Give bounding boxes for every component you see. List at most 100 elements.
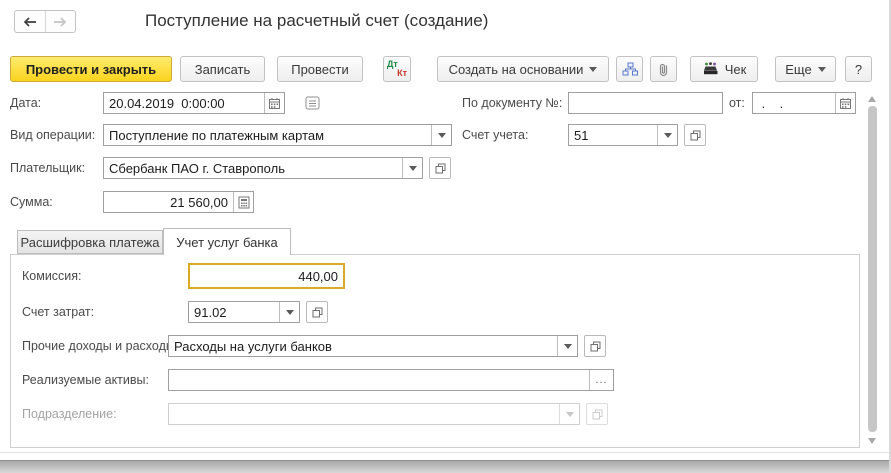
doc-date-field[interactable]: . . (752, 92, 856, 114)
operation-kind-value: Поступление по платежным картам (104, 125, 431, 145)
calculator-button[interactable] (233, 192, 253, 212)
open-in-new-icon (312, 307, 323, 318)
amount-label: Сумма: (10, 191, 53, 213)
back-button[interactable] (15, 11, 45, 32)
history-nav (14, 10, 76, 33)
scrollbar-thumb[interactable] (868, 106, 877, 432)
calendar-button[interactable] (835, 93, 855, 113)
vertical-scrollbar[interactable] (866, 94, 879, 446)
amount-value: 21 560,00 (104, 192, 233, 212)
other-income-expense-open-button[interactable] (584, 335, 606, 357)
dropdown-button[interactable] (279, 302, 299, 322)
create-on-basis-button[interactable]: Создать на основании (437, 56, 609, 82)
dropdown-button[interactable] (557, 336, 577, 356)
post-and-close-button[interactable]: Провести и закрыть (10, 56, 172, 82)
sold-assets-field[interactable]: ... (168, 369, 614, 391)
content-bottom-border (0, 452, 889, 453)
window-bottom-edge (0, 460, 889, 473)
date-value: 20.04.2019 0:00:00 (104, 93, 264, 113)
amount-field[interactable]: 21 560,00 (103, 191, 254, 213)
scroll-up-icon[interactable] (868, 96, 876, 102)
calendar-icon (268, 97, 281, 110)
tab-bank-services[interactable]: Учет услуг банка (163, 228, 291, 255)
document-register-button[interactable] (300, 92, 324, 114)
account-label: Счет учета: (462, 124, 528, 146)
account-combo[interactable]: 51 (568, 124, 678, 146)
check-label: Чек (725, 62, 747, 77)
scroll-down-icon[interactable] (868, 438, 876, 444)
chevron-down-icon (286, 310, 294, 315)
post-label: Провести (291, 62, 349, 77)
document-window: Поступление на расчетный счет (создание)… (0, 0, 891, 473)
department-label: Подразделение: (22, 403, 117, 425)
help-label: ? (855, 62, 862, 77)
ellipsis-icon: ... (595, 375, 607, 385)
commission-label: Комиссия: (22, 265, 82, 287)
paperclip-icon (658, 62, 670, 77)
department-value (169, 404, 559, 424)
open-in-new-icon (690, 130, 701, 141)
other-income-expense-combo[interactable]: Расходы на услуги банков (168, 335, 578, 357)
document-structure-button[interactable] (616, 56, 643, 82)
account-value: 51 (569, 125, 657, 145)
sold-assets-label: Реализуемые активы: (22, 369, 149, 391)
page-title: Поступление на расчетный счет (создание) (145, 11, 488, 31)
dropdown-button[interactable] (402, 158, 422, 178)
commission-value: 440,00 (190, 265, 343, 287)
chevron-down-icon (564, 344, 572, 349)
doc-number-value (569, 93, 722, 113)
doc-number-label: По документу №: (462, 92, 562, 114)
operation-kind-combo[interactable]: Поступление по платежным картам (103, 124, 452, 146)
related-documents-icon (622, 62, 638, 76)
dtkt-icon: ДтКт (387, 60, 407, 78)
chevron-down-icon (589, 67, 597, 72)
more-button[interactable]: Еще (775, 56, 836, 82)
other-income-expense-value: Расходы на услуги банков (169, 336, 557, 356)
sold-assets-choose-button[interactable]: ... (589, 370, 613, 390)
doc-date-placeholder: . . (753, 93, 835, 113)
sold-assets-value (169, 370, 589, 390)
doc-number-field[interactable] (568, 92, 723, 114)
help-button[interactable]: ? (845, 56, 872, 82)
dropdown-button[interactable] (657, 125, 677, 145)
chevron-down-icon (438, 133, 446, 138)
account-open-button[interactable] (684, 124, 706, 146)
dropdown-button (559, 404, 579, 424)
payer-value: Сбербанк ПАО г. Ставрополь (104, 158, 402, 178)
date-label: Дата: (10, 92, 41, 114)
create-on-basis-label: Создать на основании (449, 62, 584, 77)
more-label: Еще (785, 62, 811, 77)
cash-register-icon (702, 62, 719, 76)
open-in-new-icon (590, 341, 601, 352)
cost-account-combo[interactable]: 91.02 (188, 301, 300, 323)
chevron-down-icon (664, 133, 672, 138)
write-button[interactable]: Записать (180, 56, 265, 82)
commission-field[interactable]: 440,00 (188, 263, 345, 289)
operation-kind-label: Вид операции: (10, 124, 95, 146)
payer-label: Плательщик: (10, 157, 85, 179)
calendar-icon (839, 97, 852, 110)
other-income-expense-label: Прочие доходы и расходы: (22, 335, 178, 357)
cost-account-open-button[interactable] (306, 301, 328, 323)
chevron-down-icon (566, 412, 574, 417)
calendar-button[interactable] (264, 93, 284, 113)
tab-payment-details[interactable]: Расшифровка платежа (17, 230, 163, 254)
post-button[interactable]: Провести (277, 56, 363, 82)
attachments-button[interactable] (650, 56, 677, 82)
check-button[interactable]: Чек (690, 56, 758, 82)
list-icon (305, 96, 320, 110)
back-arrow-icon (23, 17, 37, 27)
payer-combo[interactable]: Сбербанк ПАО г. Ставрополь (103, 157, 423, 179)
dropdown-button[interactable] (431, 125, 451, 145)
forward-button[interactable] (45, 11, 76, 32)
department-open-button (586, 403, 608, 425)
post-and-close-label: Провести и закрыть (26, 62, 156, 77)
chevron-down-icon (409, 166, 417, 171)
show-postings-button[interactable]: ДтКт (383, 56, 411, 82)
date-field[interactable]: 20.04.2019 0:00:00 (103, 92, 285, 114)
cost-account-label: Счет затрат: (22, 301, 94, 323)
tab-label: Расшифровка платежа (21, 235, 160, 250)
chevron-down-icon (818, 67, 826, 72)
payer-open-button[interactable] (429, 157, 451, 179)
open-in-new-icon (435, 163, 446, 174)
